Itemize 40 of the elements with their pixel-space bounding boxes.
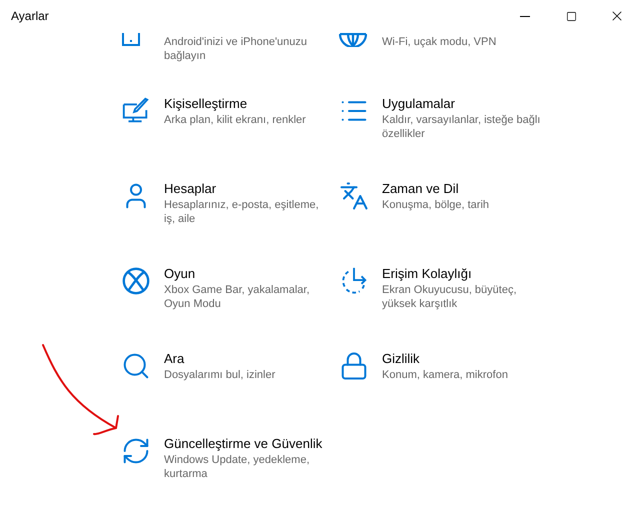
category-title: Kişiselleştirme (164, 95, 248, 112)
category-description: Konum, kamera, mikrofon (382, 368, 509, 382)
category-title: Oyun (164, 265, 196, 282)
settings-category[interactable]: Ara Dosyalarımı bul, izinler (121, 350, 339, 435)
category-title: Zaman ve Dil (382, 180, 460, 197)
refresh-icon (121, 436, 151, 466)
category-description: Hesaplarınız, e-posta, eşitleme, iş, aile (164, 198, 320, 226)
category-title: Hesaplar (164, 180, 218, 197)
lock-icon (339, 351, 369, 381)
category-description: Windows Update, yedekleme, kurtarma (164, 453, 311, 481)
category-description: Wi-Fi, uçak modu, VPN (382, 35, 498, 49)
settings-category[interactable]: Erişim Kolaylığı Ekran Okuyucusu, büyüteç, yüksek karşıtlık (339, 265, 557, 350)
category-description: Kaldır, varsayılanlar, isteğe bağlı özellikler (382, 113, 542, 141)
category-description: Arka plan, kilit ekranı, renkler (164, 113, 307, 127)
category-title: Ara (164, 350, 186, 367)
category-title: Erişim Kolaylığı (382, 265, 473, 282)
category-description: Xbox Game Bar, yakalamalar, Oyun Modu (164, 283, 311, 311)
category-description: Dosyalarımı bul, izinler (164, 368, 276, 382)
settings-category[interactable]: Gizlilik Konum, kamera, mikrofon (339, 350, 557, 435)
settings-category[interactable]: Uygulamalar Kaldır, varsayılanlar, isteğe bağlı özellikler (339, 95, 557, 180)
category-description: Ekran Okuyucusu, büyüteç, yüksek karşıtlık (382, 283, 518, 311)
settings-category[interactable]: Kişiselleştirme Arka plan, kilit ekranı, renkler (121, 95, 339, 180)
settings-category[interactable]: Zaman ve Dil Konuşma, bölge, tarih (339, 180, 557, 265)
settings-category[interactable]: Oyun Xbox Game Bar, yakalamalar, Oyun Modu (121, 265, 339, 350)
category-title: Uygulamalar (382, 95, 456, 112)
category-description: Android'inizi ve iPhone'unuzu bağlayın (164, 35, 308, 63)
settings-category[interactable]: Android'inizi ve iPhone'unuzu bağlayın (121, 32, 339, 95)
settings-category[interactable]: Güncelleştirme ve Güvenlik Windows Update, yedekleme, kurtarma (121, 435, 339, 511)
category-title: Güncelleştirme ve Güvenlik (164, 435, 324, 452)
circle-x-icon (121, 266, 151, 296)
phone-icon (121, 33, 141, 47)
globe-icon (339, 33, 367, 47)
maximize-icon (566, 10, 576, 22)
search-icon (121, 351, 151, 381)
settings-category[interactable]: Hesaplar Hesaplarınız, e-posta, eşitleme, iş, aile (121, 180, 339, 265)
category-title: Gizlilik (382, 350, 421, 367)
window-title: Ayarlar (11, 8, 49, 25)
language-icon (339, 181, 369, 211)
category-description: Konuşma, bölge, tarih (382, 198, 490, 212)
settings-category[interactable]: Wi-Fi, uçak modu, VPN (339, 32, 557, 95)
